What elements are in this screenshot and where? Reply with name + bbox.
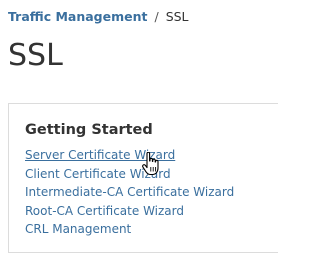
getting-started-link-list: Server Certificate Wizard Client Certifi…: [25, 146, 234, 239]
breadcrumb: Traffic Management / SSL: [8, 9, 189, 24]
getting-started-heading: Getting Started: [25, 122, 153, 138]
hand-pointer-icon: [142, 152, 159, 176]
intermediate-ca-certificate-wizard-link[interactable]: Intermediate-CA Certificate Wizard: [25, 185, 234, 199]
root-ca-certificate-wizard-link[interactable]: Root-CA Certificate Wizard: [25, 204, 184, 218]
breadcrumb-traffic-management-link[interactable]: Traffic Management: [8, 9, 147, 24]
getting-started-panel: Getting Started Server Certificate Wizar…: [8, 103, 278, 253]
list-item: Client Certificate Wizard: [25, 165, 234, 184]
list-item: Intermediate-CA Certificate Wizard: [25, 183, 234, 202]
list-item: CRL Management: [25, 220, 234, 239]
list-item: Root-CA Certificate Wizard: [25, 202, 234, 221]
page-title: SSL: [8, 38, 63, 73]
breadcrumb-separator: /: [154, 9, 159, 24]
list-item: Server Certificate Wizard: [25, 146, 234, 165]
breadcrumb-current: SSL: [165, 9, 189, 24]
crl-management-link[interactable]: CRL Management: [25, 222, 131, 236]
